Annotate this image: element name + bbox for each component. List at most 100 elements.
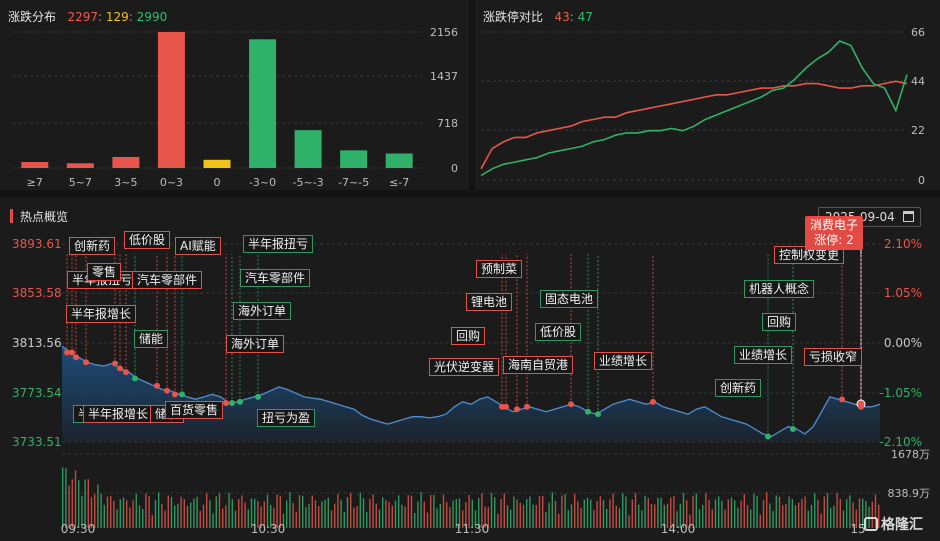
volume-bar xyxy=(148,496,150,528)
volume-bar xyxy=(561,495,563,528)
concept-tag[interactable]: 机器人概念 xyxy=(744,280,815,298)
concept-tag[interactable]: 扭亏为盈 xyxy=(257,409,316,427)
y-tick-label: 0 xyxy=(451,162,458,175)
volume-bar xyxy=(596,500,598,528)
volume-bar xyxy=(574,493,576,528)
volume-bar xyxy=(711,509,713,528)
concept-tag[interactable]: 海外订单 xyxy=(226,335,285,353)
hot-overview-panel: 热点概览 2025-09-04 3893.613853.583813.56377… xyxy=(0,198,940,541)
volume-bar xyxy=(103,504,105,528)
volume-bar xyxy=(359,492,361,528)
volume-bar xyxy=(375,503,377,528)
concept-tag[interactable]: 海南自贸港 xyxy=(503,356,574,374)
left-tick-label: 3733.51 xyxy=(12,435,62,449)
volume-bar xyxy=(810,504,813,528)
right-tick-label: 1.05% xyxy=(884,286,922,300)
concept-tag[interactable]: 预制菜 xyxy=(476,260,523,278)
tooltip: 消费电子 涨停: 2 xyxy=(805,216,864,250)
concept-tag[interactable]: 业绩增长 xyxy=(734,346,793,364)
volume-bar xyxy=(628,515,630,528)
marker-dot xyxy=(123,369,129,376)
concept-tag[interactable]: 百货零售 xyxy=(165,401,224,419)
marker-dot xyxy=(514,406,520,413)
volume-bar xyxy=(161,503,163,528)
volume-bar xyxy=(510,509,512,528)
concept-tag[interactable]: 业绩增长 xyxy=(594,352,653,370)
concept-tag[interactable]: 创新药 xyxy=(69,237,116,255)
volume-bar xyxy=(647,497,649,528)
volume-bar xyxy=(580,508,582,528)
volume-bar xyxy=(132,500,134,528)
x-tick-label: -5~-3 xyxy=(293,176,324,189)
x-tick-label: 0~3 xyxy=(160,176,183,189)
concept-tag[interactable]: 半年报增长 xyxy=(83,405,154,423)
volume-bar xyxy=(423,501,425,528)
left-tick-label: 3893.61 xyxy=(12,237,62,251)
marker-dot xyxy=(83,359,89,366)
concept-tag[interactable]: 汽车零部件 xyxy=(132,271,203,289)
volume-bar xyxy=(740,500,742,528)
distribution-chart: 2156 1437 718 0 ≥7 5~7 3~5 0~3 0 -3~0 -5~-3 -7~-5 ≤-… xyxy=(12,26,458,189)
volume-bar xyxy=(769,503,771,528)
volume-bar xyxy=(558,513,560,528)
volume-bar xyxy=(532,504,534,528)
limit-ratio-panel: 涨跌停对比 43: 47 66 44 22 0 xyxy=(475,0,940,190)
volume-bar xyxy=(737,507,739,528)
volume-bar xyxy=(609,499,611,528)
volume-bar xyxy=(638,504,640,528)
volume-bar xyxy=(426,512,429,528)
volume-bar xyxy=(650,503,653,528)
volume-bar xyxy=(750,509,752,528)
concept-tag[interactable]: 低价股 xyxy=(124,231,171,249)
volume-bar xyxy=(545,511,547,528)
volume-bar xyxy=(286,500,288,528)
volume-bar xyxy=(209,500,211,528)
x-tick-label: 3~5 xyxy=(114,176,137,189)
volume-bar xyxy=(193,498,195,528)
volume-bar xyxy=(730,497,733,528)
volume-bar xyxy=(782,505,784,528)
volume-bar xyxy=(142,509,144,528)
volume-bar xyxy=(615,505,617,528)
bar xyxy=(294,130,322,168)
volume-bar xyxy=(599,496,601,528)
volume-bar xyxy=(702,504,704,528)
volume-bar xyxy=(78,480,80,528)
concept-tag[interactable]: 储能 xyxy=(134,330,169,348)
x-tick-label: 0 xyxy=(214,176,221,189)
concept-tag[interactable]: 低价股 xyxy=(535,323,582,341)
volume-tick-label: 1678万 xyxy=(891,448,930,461)
volume-bar xyxy=(151,515,153,528)
volume-bar xyxy=(318,506,320,528)
concept-tag[interactable]: 回购 xyxy=(451,327,486,345)
concept-tag[interactable]: 零售 xyxy=(87,263,122,281)
concept-tag[interactable]: 半年报增长 xyxy=(66,305,137,323)
marker-dot xyxy=(765,433,771,440)
concept-tag[interactable]: 光伏逆变器 xyxy=(429,358,500,376)
concept-tag[interactable]: 创新药 xyxy=(715,379,762,397)
volume-bar xyxy=(177,503,179,528)
concept-tag[interactable]: 固态电池 xyxy=(540,290,599,308)
concept-tag[interactable]: 半年报扭亏 xyxy=(243,235,314,253)
volume-bar xyxy=(244,502,246,528)
concept-tag[interactable]: 海外订单 xyxy=(233,302,292,320)
volume-bar xyxy=(343,511,345,528)
volume-bar xyxy=(753,493,755,528)
concept-tag[interactable]: 回购 xyxy=(762,313,797,331)
volume-bar xyxy=(167,495,169,528)
volume-bar xyxy=(414,512,416,528)
volume-bar xyxy=(807,510,809,528)
concept-tag[interactable]: 汽车零部件 xyxy=(240,269,311,287)
volume-bar xyxy=(618,508,621,528)
concept-tag[interactable]: 亏损收窄 xyxy=(804,348,863,366)
volume-bar xyxy=(410,495,413,528)
volume-bar xyxy=(84,479,86,528)
volume-bar xyxy=(87,479,89,528)
concept-tag[interactable]: AI赋能 xyxy=(175,237,221,255)
volume-bar xyxy=(724,509,726,528)
volume-bar xyxy=(772,511,774,528)
concept-tag[interactable]: 锂电池 xyxy=(466,293,513,311)
volume-bar xyxy=(206,493,208,528)
volume-bar xyxy=(401,504,403,528)
volume-bar xyxy=(350,493,352,528)
